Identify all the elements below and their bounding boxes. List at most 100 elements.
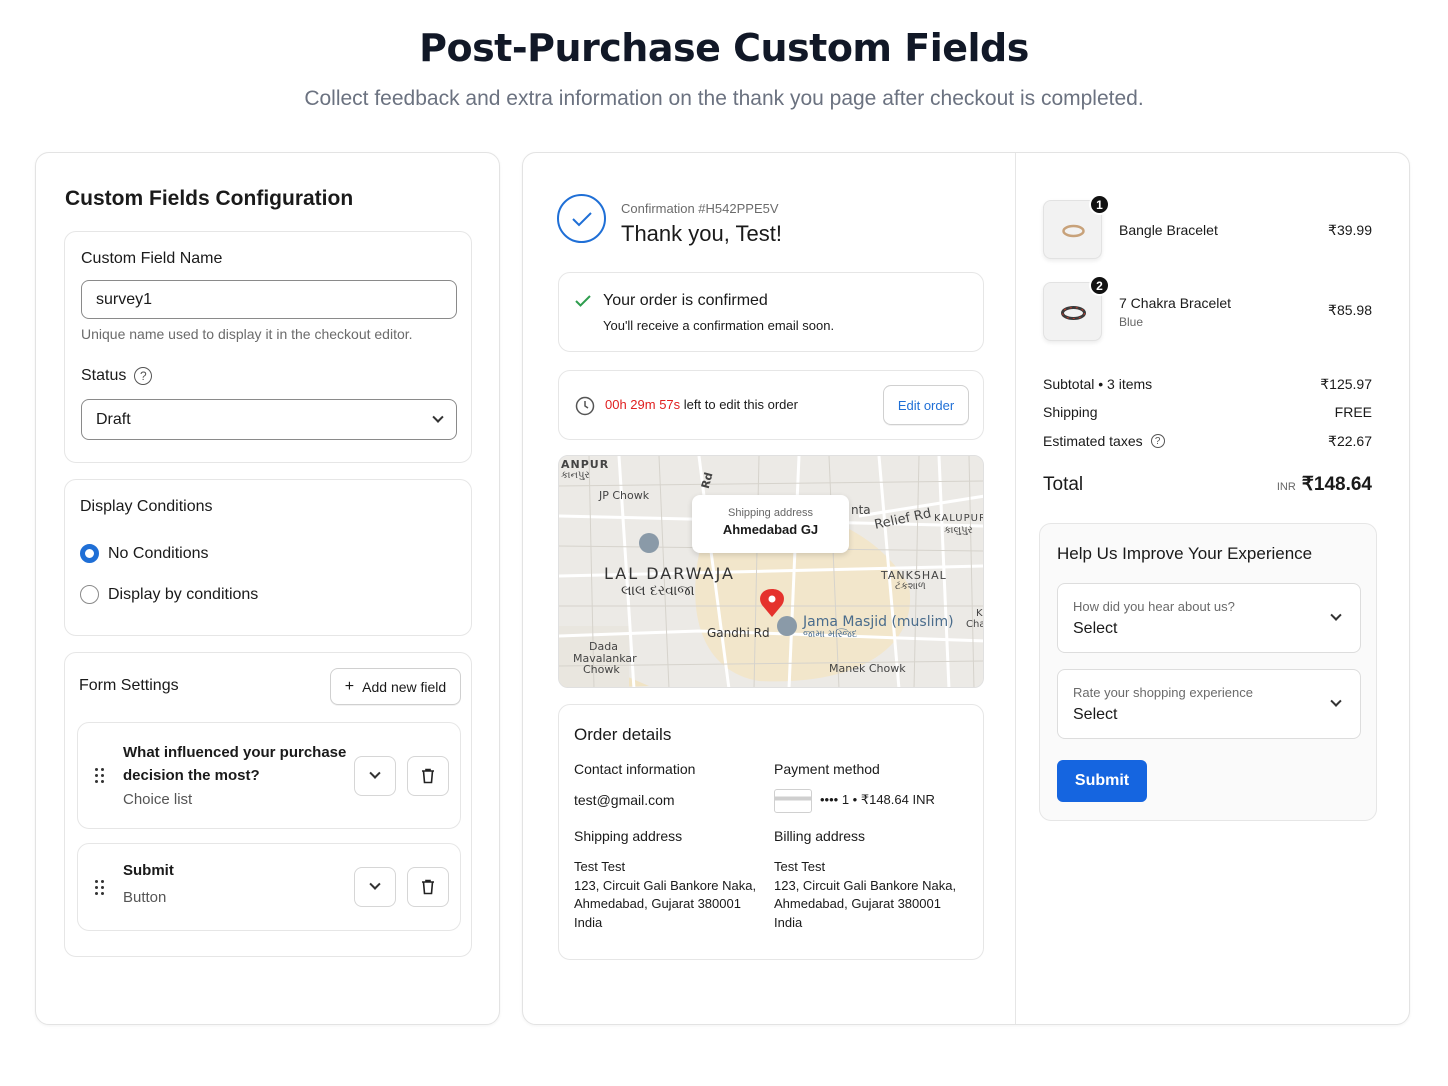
order-details-title: Order details xyxy=(574,725,672,744)
field-name-input[interactable]: survey1 xyxy=(81,280,457,319)
column-divider xyxy=(1015,153,1016,1024)
quantity-badge: 1 xyxy=(1089,194,1110,215)
chevron-down-icon xyxy=(432,411,444,423)
form-settings-title: Form Settings xyxy=(79,677,179,694)
map-label: કાનપુર xyxy=(561,470,590,481)
map-label: KALUPUR xyxy=(934,513,984,524)
expand-button[interactable] xyxy=(354,756,396,796)
drag-handle-icon[interactable] xyxy=(95,880,105,896)
delete-button[interactable] xyxy=(407,756,449,796)
edit-timer-text: 00h 29m 57s left to edit this order xyxy=(605,397,798,412)
map-label: Chowk xyxy=(583,663,620,676)
field-title-line2: decision the most? xyxy=(123,767,260,784)
field-item[interactable]: Submit Button xyxy=(77,843,461,931)
order-confirmed-title: Your order is confirmed xyxy=(603,292,768,309)
chevron-down-icon xyxy=(369,878,381,890)
map-label: જામા મસ્જિદ xyxy=(803,629,858,640)
address-line: 123, Circuit Gali Bankore Naka, xyxy=(574,877,757,893)
address-line: Test Test xyxy=(774,859,826,874)
map-label: K xyxy=(976,608,983,619)
address-line: Test Test xyxy=(574,859,626,874)
total-label: Total xyxy=(1043,474,1084,495)
map-label: Jama Masjid (muslim) xyxy=(803,614,954,630)
field-name-value: survey1 xyxy=(96,290,153,308)
check-icon xyxy=(575,295,591,307)
timer-suffix: left to edit this order xyxy=(683,397,798,412)
radio-by-conditions-label[interactable]: Display by conditions xyxy=(108,586,258,604)
drag-handle-icon[interactable] xyxy=(95,768,105,784)
rate-experience-label: Rate your shopping experience xyxy=(1073,685,1253,700)
contact-value: test@gmail.com xyxy=(574,792,675,808)
subtotal-value: ₹125.97 xyxy=(1320,376,1372,392)
rate-experience-value: Select xyxy=(1073,706,1118,723)
product-price: ₹85.98 xyxy=(1328,302,1372,318)
radio-no-conditions-label[interactable]: No Conditions xyxy=(108,545,209,563)
rate-experience-select[interactable]: Rate your shopping experience Select xyxy=(1057,669,1361,739)
help-icon[interactable]: ? xyxy=(1150,434,1165,448)
order-confirmed-sub: You'll receive a confirmation email soon… xyxy=(603,318,835,333)
hear-about-select[interactable]: How did you hear about us? Select xyxy=(1057,583,1361,653)
hear-about-value: Select xyxy=(1073,620,1118,637)
field-name-label: Custom Field Name xyxy=(81,250,223,267)
billing-address-label: Billing address xyxy=(774,828,866,844)
map-tooltip-value: Ahmedabad GJ xyxy=(722,522,819,537)
map-label: Manek Chowk xyxy=(829,662,906,675)
edit-order-button[interactable]: Edit order xyxy=(883,385,969,425)
status-label: Status xyxy=(81,367,127,384)
hear-about-label: How did you hear about us? xyxy=(1073,599,1235,614)
expand-button[interactable] xyxy=(354,867,396,907)
total-value: ₹148.64 xyxy=(1301,474,1372,495)
survey-box: Help Us Improve Your Experience How did … xyxy=(1039,523,1377,821)
product-name: 7 Chakra Bracelet xyxy=(1119,295,1232,311)
edit-order-label: Edit order xyxy=(897,397,955,413)
shipping-value: FREE xyxy=(1334,404,1372,420)
field-item[interactable]: What influenced your purchase decision t… xyxy=(77,722,461,829)
submit-button[interactable]: Submit xyxy=(1057,760,1147,802)
help-icon[interactable]: ? xyxy=(134,367,153,385)
shipping-address-label: Shipping address xyxy=(574,828,683,844)
radio-by-conditions[interactable] xyxy=(80,585,99,604)
clock-icon xyxy=(575,396,595,416)
order-details-box: Order details Contact information test@g… xyxy=(558,704,984,960)
checkout-preview: Confirmation #H542PPE5V Thank you, Test!… xyxy=(522,152,1410,1025)
map-label: Gandhi Rd xyxy=(707,626,770,640)
product-variant: Blue xyxy=(1119,315,1144,329)
product-name: Bangle Bracelet xyxy=(1119,222,1218,238)
config-title: Custom Fields Configuration xyxy=(65,187,354,210)
confirmation-number: Confirmation #H542PPE5V xyxy=(621,201,779,216)
chevron-down-icon xyxy=(369,767,381,779)
add-new-field-button[interactable]: + Add new field xyxy=(330,668,461,705)
product-price: ₹39.99 xyxy=(1328,222,1372,238)
contact-label: Contact information xyxy=(574,761,696,777)
status-select[interactable]: Draft xyxy=(81,399,457,440)
chevron-down-icon xyxy=(1330,609,1342,621)
config-panel: Custom Fields Configuration Custom Field… xyxy=(35,152,500,1025)
field-title: What influenced your purchase decision t… xyxy=(123,741,346,787)
page-title: Post-Purchase Custom Fields xyxy=(419,26,1029,70)
status-value: Draft xyxy=(96,410,131,428)
radio-no-conditions[interactable] xyxy=(80,544,99,563)
taxes-value: ₹22.67 xyxy=(1328,433,1372,449)
delete-button[interactable] xyxy=(407,867,449,907)
map-tooltip-label: Shipping address xyxy=(727,507,813,519)
field-name-section: Custom Field Name survey1 Unique name us… xyxy=(64,231,472,463)
trash-icon xyxy=(422,768,434,784)
address-line: Ahmedabad, Gujarat 380001 xyxy=(774,896,941,911)
map-label: LAL DARWAJA xyxy=(604,564,735,583)
field-type: Button xyxy=(123,889,167,906)
thank-you-heading: Thank you, Test! xyxy=(621,221,783,246)
confirmation-check-icon xyxy=(557,194,606,243)
plus-icon: + xyxy=(344,677,355,695)
card-icon xyxy=(774,789,812,813)
address-line: India xyxy=(774,914,803,930)
address-line: 123, Circuit Gali Bankore Naka, xyxy=(774,877,957,893)
map-label: nta xyxy=(851,503,871,517)
page-subtitle: Collect feedback and extra information o… xyxy=(304,87,1144,110)
quantity-badge: 2 xyxy=(1089,275,1110,296)
survey-title: Help Us Improve Your Experience xyxy=(1057,544,1313,563)
taxes-row: Estimated taxes ? xyxy=(1043,433,1165,449)
taxes-label: Estimated taxes xyxy=(1043,433,1143,449)
field-name-help: Unique name used to display it in the ch… xyxy=(81,326,413,342)
shipping-map[interactable]: ANPUR કાનપુર JP Chowk Rd nta Relief Rd K… xyxy=(558,455,984,688)
shipping-address: Test Test 123, Circuit Gali Bankore Naka… xyxy=(574,858,756,932)
